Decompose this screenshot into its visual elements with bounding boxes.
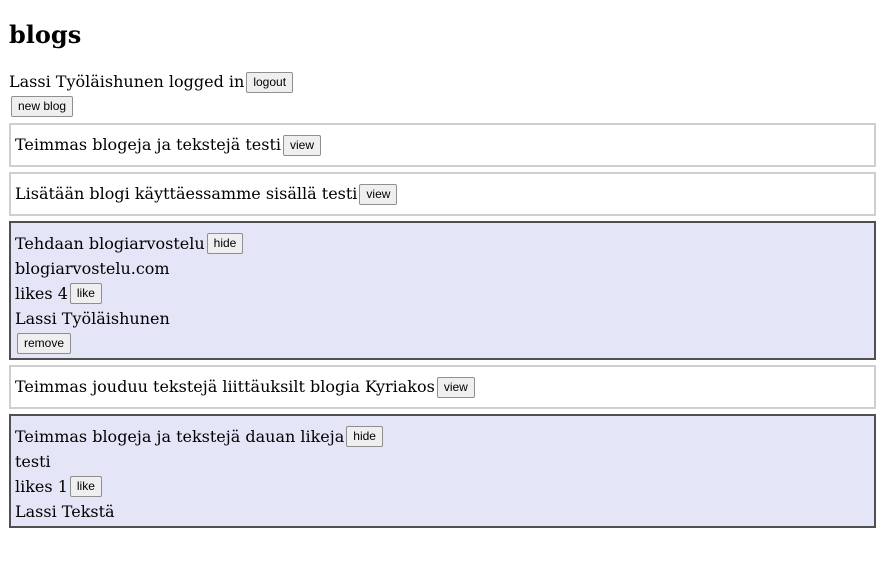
view-button[interactable]: view [436, 376, 475, 398]
blog-url: blogiarvostelu.com [15, 259, 170, 279]
blog-title-row: Teimmas jouduu tekstejä liittäuksilt blo… [15, 375, 870, 399]
blog-likes: likes 1 [15, 477, 68, 497]
blog-user-row: Lassi Työläishunen [15, 306, 870, 331]
blog-title-row: Teimmas blogeja ja tekstejä testi view [15, 133, 870, 157]
blog-url-row: testi [15, 449, 870, 474]
blog-item-expanded: Tehdaan blogiarvostelu hide blogiarvoste… [9, 221, 876, 361]
blog-item: Lisätään blogi käyttäessamme sisällä tes… [9, 172, 876, 217]
new-blog-button[interactable]: new blog [11, 95, 74, 117]
page: blogs Lassi Työläishunen logged in logou… [0, 0, 885, 588]
blog-user: Lassi Tekstä [15, 502, 115, 522]
hide-button[interactable]: hide [346, 426, 383, 448]
blog-title-row: Lisätään blogi käyttäessamme sisällä tes… [15, 182, 870, 206]
like-button[interactable]: like [69, 476, 102, 498]
blog-item: Teimmas jouduu tekstejä liittäuksilt blo… [9, 365, 876, 410]
blog-url: testi [15, 452, 51, 472]
blog-title: Teimmas jouduu tekstejä liittäuksilt blo… [15, 377, 435, 397]
blog-remove-row: remove [15, 331, 870, 356]
login-status: Lassi Työläishunen logged in logout [9, 70, 876, 94]
blog-title: Tehdaan blogiarvostelu [15, 234, 205, 254]
view-button[interactable]: view [283, 134, 322, 156]
blog-item: Teimmas blogeja ja tekstejä testi view [9, 123, 876, 168]
logout-button[interactable]: logout [246, 71, 294, 93]
remove-button[interactable]: remove [17, 333, 72, 355]
view-button[interactable]: view [359, 183, 398, 205]
blog-url-row: blogiarvostelu.com [15, 256, 870, 281]
blog-title-row: Teimmas blogeja ja tekstejä dauan likeja… [15, 424, 870, 449]
blog-user: Lassi Työläishunen [15, 309, 170, 329]
blog-title-row: Tehdaan blogiarvostelu hide [15, 231, 870, 256]
page-title: blogs [9, 20, 82, 49]
blog-title: Lisätään blogi käyttäessamme sisällä tes… [15, 184, 358, 204]
new-blog-row: new blog [9, 94, 876, 118]
blog-title: Teimmas blogeja ja tekstejä testi [15, 135, 282, 155]
hide-button[interactable]: hide [206, 233, 244, 255]
blog-likes-row: likes 4 like [15, 281, 870, 306]
blog-likes: likes 4 [15, 284, 68, 304]
blog-item-expanded: Teimmas blogeja ja tekstejä dauan likeja… [9, 414, 876, 529]
like-button[interactable]: like [69, 283, 102, 305]
blog-likes-row: likes 1 like [15, 474, 870, 499]
blog-user-row: Lassi Tekstä [15, 499, 870, 524]
blog-title: Teimmas blogeja ja tekstejä dauan likeja [15, 427, 345, 447]
login-text: Lassi Työläishunen logged in [9, 72, 245, 92]
